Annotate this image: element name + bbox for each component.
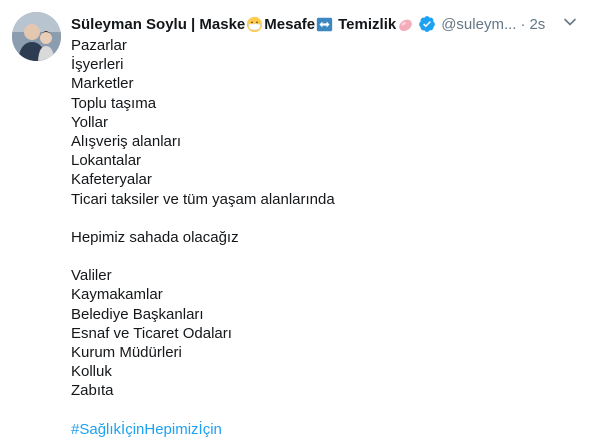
tweet-text: Pazarlar İşyerleri Marketler Toplu taşım… [71,36,579,439]
avatar[interactable] [12,12,61,61]
display-name[interactable]: Süleyman Soylu | Maske Mesafe Temizlik [71,16,415,33]
chevron-down-icon[interactable] [563,15,577,29]
tweet-line: Ticari taksiler ve tüm yaşam alanlarında [71,190,335,208]
tweet-line: Marketler [71,75,134,93]
tweet-line: Zabıta [71,382,114,400]
soap-icon [399,19,412,31]
tweet[interactable]: Süleyman Soylu | Maske Mesafe Temizlik @… [0,0,595,441]
tweet-line: Kaymakamlar [71,286,163,304]
tweet-line: Kurum Müdürleri [71,344,182,361]
tweet-timestamp[interactable]: 2s [529,16,545,33]
tweet-line: Belediye Başkanları [71,305,204,323]
separator-dot: · [520,15,526,33]
left-right-arrow-icon [316,17,333,31]
tweet-line: Alışveriş alanları [71,132,182,150]
tweet-line: Yollar [71,113,108,131]
tweet-line: Lokantalar [71,152,142,170]
tweet-line: Valiler [71,267,112,285]
tweet-line: Pazarlar [71,37,127,54]
tweet-line: İşyerleri [71,56,124,74]
tweet-header: Süleyman Soylu | Maske Mesafe Temizlik @… [71,12,579,36]
hashtag-link[interactable]: #SağlıkİçinHepimizİçin [71,420,579,439]
display-name-part1: Süleyman Soylu | Maske [71,15,246,33]
tweet-line: Kolluk [71,363,112,381]
verified-badge-icon [419,16,436,32]
tweet-line: Kafeteryalar [71,171,152,189]
tweet-line: Esnaf ve Ticaret Odaları [71,324,232,342]
user-handle[interactable]: @suleym... [441,16,516,33]
tweet-line: Hepimiz sahada olacağız [71,228,239,246]
display-name-part3: Temizlik [338,15,397,33]
display-name-part2: Mesafe [264,15,316,33]
face-with-medical-mask-icon [247,16,263,32]
tweet-line: Toplu taşıma [71,94,157,112]
